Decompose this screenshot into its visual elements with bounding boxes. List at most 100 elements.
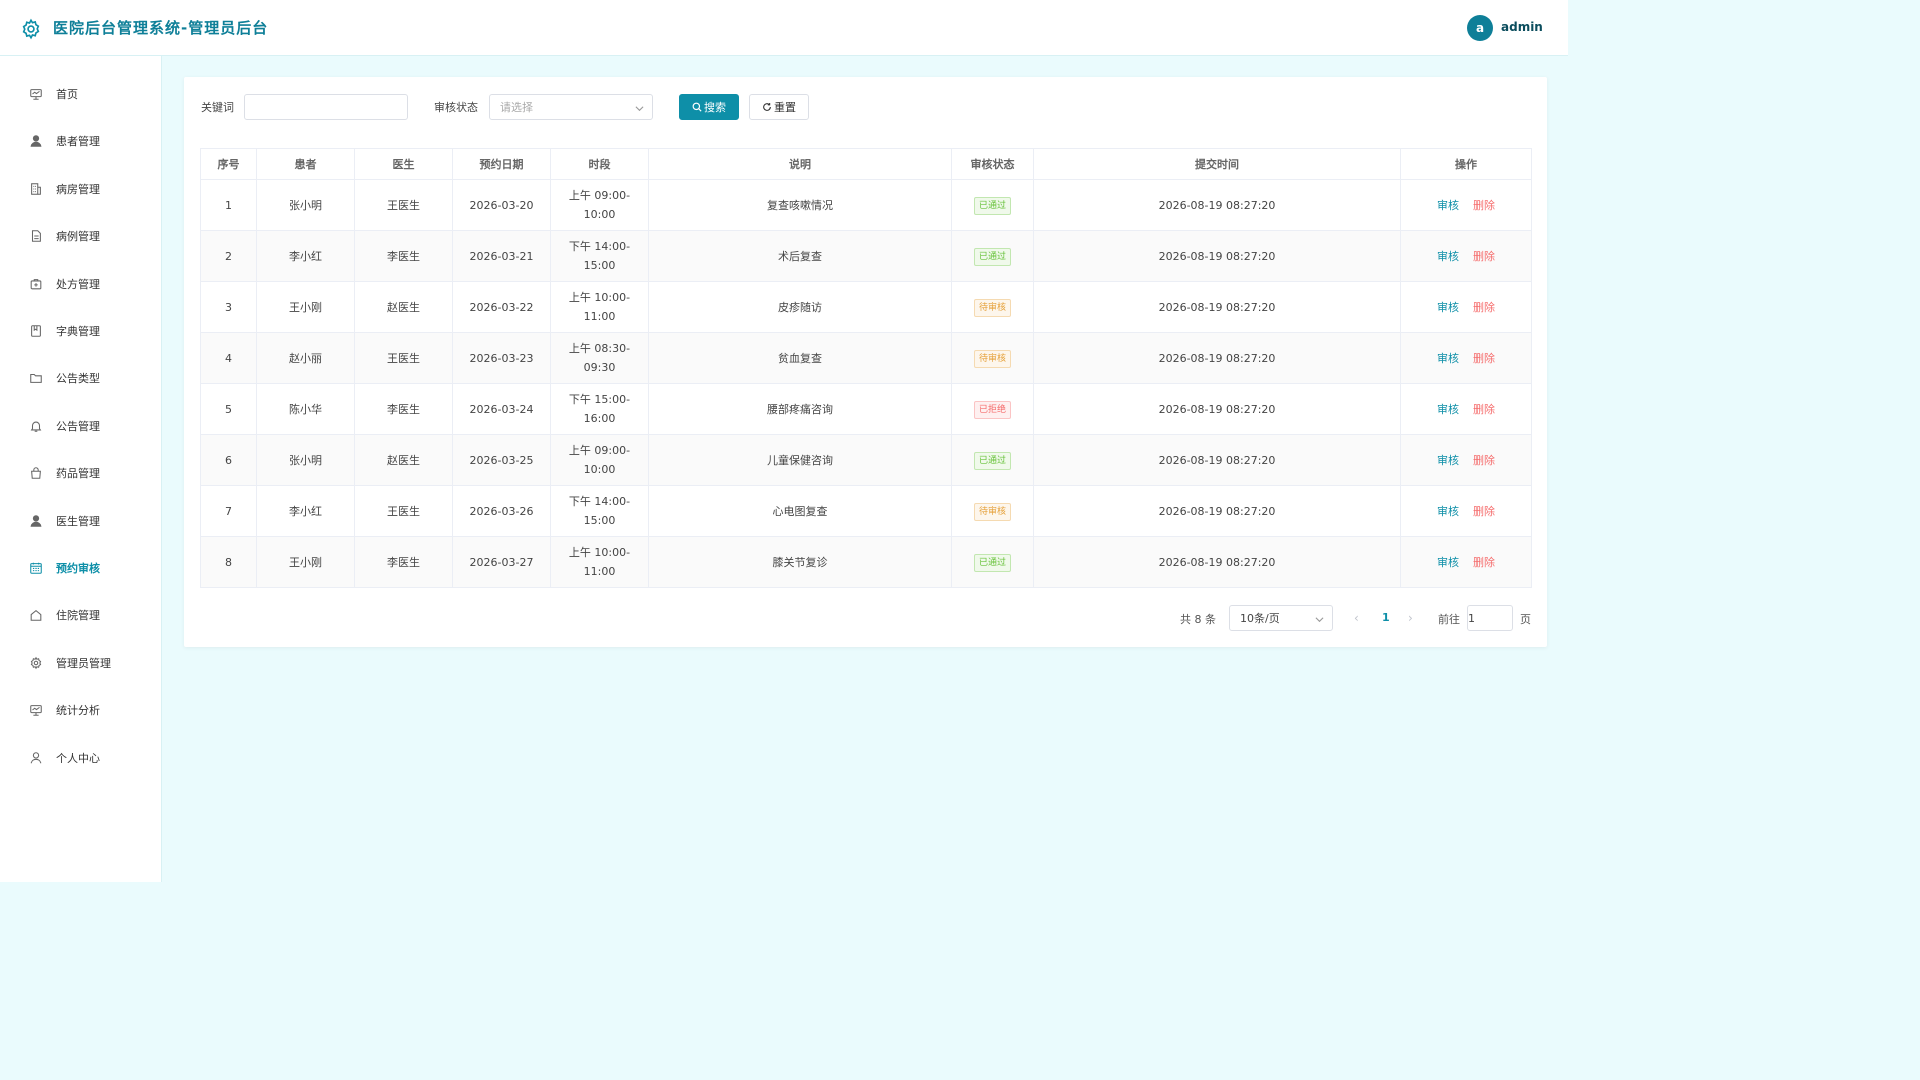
cell-date: 2026-03-27 (452, 536, 551, 588)
cell-submitted: 2026-08-19 08:27:20 (1033, 383, 1401, 435)
audit-link[interactable]: 审核 (1437, 301, 1459, 314)
audit-link[interactable]: 审核 (1437, 250, 1459, 263)
notebook-icon (31, 325, 41, 337)
cell-submitted: 2026-08-19 08:27:20 (1033, 332, 1401, 384)
sidebar-item-label: 病房管理 (56, 182, 100, 196)
prev-page-icon[interactable]: ‹ (1354, 611, 1359, 625)
table-row: 1 张小明 王医生 2026-03-20 上午 09:00-10:00 复查咳嗽情况 已通过… (200, 179, 1532, 231)
user-avatar[interactable]: a (1467, 15, 1493, 41)
bell-icon (30, 421, 42, 432)
delete-link[interactable]: 删除 (1473, 454, 1495, 467)
status-badge: 待审核 (973, 503, 1011, 521)
table-row: 6 张小明 赵医生 2026-03-25 上午 09:00-10:00 儿童保健咨询 已通过… (200, 434, 1532, 486)
cell-no: 8 (200, 536, 257, 588)
delete-link[interactable]: 删除 (1473, 505, 1495, 518)
cell-slot: 上午 10:00-11:00 (550, 281, 649, 333)
audit-link[interactable]: 审核 (1437, 403, 1459, 416)
cell-actions: 审核 删除 (1400, 179, 1532, 231)
cell-slot: 下午 14:00-15:00 (550, 230, 649, 282)
folder-icon (30, 374, 42, 384)
sidebar-item-8[interactable]: 公告管理 (0, 406, 161, 446)
cell-submitted: 2026-08-19 08:27:20 (1033, 179, 1401, 231)
dashboard-icon (30, 89, 42, 100)
main-card: 关键词 审核状态 请选择 搜索 重置 序号 患者 医生 预约日期 时段 说明 审核状态 提交时… (184, 77, 1547, 647)
delete-link[interactable]: 删除 (1473, 199, 1495, 212)
sidebar-item-label: 药品管理 (56, 467, 100, 481)
table-row: 2 李小红 李医生 2026-03-21 下午 14:00-15:00 术后复查 已通过 20… (200, 230, 1532, 282)
column-header: 序号 (200, 148, 257, 180)
sidebar-item-4[interactable]: 病例管理 (0, 216, 161, 256)
audit-link[interactable]: 审核 (1437, 199, 1459, 212)
audit-link[interactable]: 审核 (1437, 556, 1459, 569)
cell-actions: 审核 删除 (1400, 434, 1532, 486)
sidebar-item-7[interactable]: 公告类型 (0, 358, 161, 398)
delete-link[interactable]: 删除 (1473, 301, 1495, 314)
cell-doctor: 王医生 (354, 485, 453, 537)
keyword-input[interactable] (244, 94, 408, 120)
bag-icon (31, 467, 41, 479)
cell-status: 待审核 (951, 281, 1034, 333)
page-size-select[interactable]: 10条/页 (1229, 605, 1333, 631)
cell-desc: 儿童保健咨询 (648, 434, 952, 486)
audit-link[interactable]: 审核 (1437, 505, 1459, 518)
cell-status: 已通过 (951, 434, 1034, 486)
cell-desc: 心电图复查 (648, 485, 952, 537)
cell-date: 2026-03-23 (452, 332, 551, 384)
sidebar-item-label: 个人中心 (56, 751, 100, 765)
user-icon (30, 135, 42, 148)
cell-doctor: 李医生 (354, 230, 453, 282)
page-number-current[interactable]: 1 (1382, 611, 1390, 624)
table-row: 8 王小刚 李医生 2026-03-27 上午 10:00-11:00 膝关节复诊 已通过 2… (200, 536, 1532, 588)
cell-date: 2026-03-26 (452, 485, 551, 537)
sidebar-item-11[interactable]: 预约审核 (0, 548, 161, 588)
cell-actions: 审核 删除 (1400, 485, 1532, 537)
sidebar-item-6[interactable]: 字典管理 (0, 311, 161, 351)
sidebar-item-label: 字典管理 (56, 325, 100, 338)
cell-patient: 李小红 (256, 485, 355, 537)
sidebar-item-9[interactable]: 药品管理 (0, 453, 161, 493)
delete-link[interactable]: 删除 (1473, 250, 1495, 263)
cell-actions: 审核 删除 (1400, 332, 1532, 384)
sidebar: 首页患者管理病房管理病例管理处方管理字典管理公告类型公告管理药品管理医生管理预约… (0, 56, 162, 882)
cell-doctor: 王医生 (354, 332, 453, 384)
delete-link[interactable]: 删除 (1473, 352, 1495, 365)
sidebar-item-12[interactable]: 住院管理 (0, 595, 161, 635)
sidebar-item-2[interactable]: 患者管理 (0, 121, 161, 161)
delete-link[interactable]: 删除 (1473, 403, 1495, 416)
search-button[interactable]: 搜索 (679, 94, 739, 120)
sidebar-item-13[interactable]: 管理员管理 (0, 643, 161, 683)
reset-button[interactable]: 重置 (749, 94, 809, 120)
sidebar-item-3[interactable]: 病房管理 (0, 169, 161, 209)
cell-patient: 王小刚 (256, 536, 355, 588)
goto-page-input[interactable] (1467, 605, 1513, 631)
column-header: 预约日期 (452, 148, 551, 180)
table-row: 4 赵小丽 王医生 2026-03-23 上午 08:30-09:30 贫血复查 待审核 20… (200, 332, 1532, 384)
cell-submitted: 2026-08-19 08:27:20 (1033, 434, 1401, 486)
cell-submitted: 2026-08-19 08:27:20 (1033, 230, 1401, 282)
cell-slot: 下午 14:00-15:00 (550, 485, 649, 537)
sidebar-item-5[interactable]: 处方管理 (0, 264, 161, 304)
audit-link[interactable]: 审核 (1437, 454, 1459, 467)
sidebar-item-10[interactable]: 医生管理 (0, 501, 161, 541)
audit-link[interactable]: 审核 (1437, 352, 1459, 365)
status-badge: 待审核 (973, 299, 1011, 317)
sidebar-item-15[interactable]: 个人中心 (0, 738, 161, 778)
delete-link[interactable]: 删除 (1473, 556, 1495, 569)
cell-doctor: 赵医生 (354, 434, 453, 486)
next-page-icon[interactable]: › (1408, 611, 1413, 625)
status-badge: 已通过 (973, 554, 1011, 572)
sidebar-item-14[interactable]: 统计分析 (0, 690, 161, 730)
chevron-down-icon (635, 103, 644, 112)
status-badge: 已通过 (973, 197, 1011, 215)
gear-logo-icon (20, 18, 42, 40)
sidebar-item-label: 统计分析 (56, 704, 100, 718)
cell-actions: 审核 删除 (1400, 536, 1532, 588)
cell-patient: 张小明 (256, 179, 355, 231)
cell-no: 5 (200, 383, 257, 435)
username-label[interactable]: admin (1501, 20, 1543, 34)
sidebar-item-1[interactable]: 首页 (0, 74, 161, 114)
cell-status: 已通过 (951, 179, 1034, 231)
status-select[interactable]: 请选择 (489, 94, 653, 120)
search-icon (692, 102, 702, 112)
cell-desc: 皮疹随访 (648, 281, 952, 333)
